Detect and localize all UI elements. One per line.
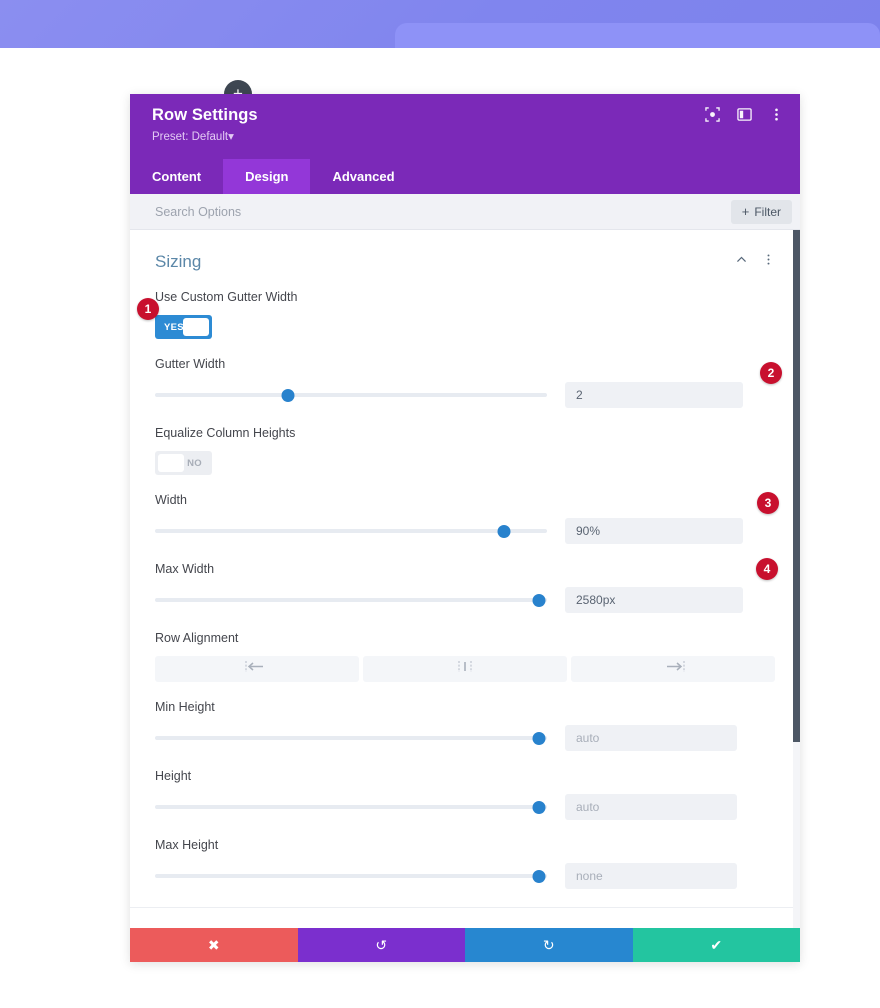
section-header-icons <box>735 253 775 271</box>
tab-advanced[interactable]: Advanced <box>310 159 416 194</box>
filter-button[interactable]: + Filter <box>730 199 792 224</box>
field-max-height: Max Height none <box>155 838 775 889</box>
use-custom-gutter-width-toggle[interactable]: YES <box>155 315 212 339</box>
layout-panel-icon[interactable] <box>737 107 752 122</box>
search-bar: Search Options + Filter <box>130 194 800 230</box>
slider-track <box>155 393 547 397</box>
gutter-width-value[interactable]: 2 <box>565 382 743 408</box>
field-label: Max Width <box>155 562 215 576</box>
width-value[interactable]: 90% <box>565 518 743 544</box>
field-row-alignment: Row Alignment <box>155 631 775 682</box>
annotation-badge-4: 4 <box>756 558 778 580</box>
field-height: Height auto <box>155 769 775 820</box>
toggle-knob <box>158 454 184 472</box>
max-height-value[interactable]: none <box>565 863 737 889</box>
chevron-up-icon[interactable] <box>735 253 748 271</box>
field-max-width: Max Width 2580px <box>155 562 775 613</box>
width-slider[interactable] <box>155 521 547 541</box>
field-label: Height <box>155 769 192 783</box>
plus-icon: + <box>741 204 750 219</box>
modal-footer: ✖ ↺ ↻ ✔ <box>130 928 800 962</box>
field-label: Use Custom Gutter Width <box>155 290 298 304</box>
more-vertical-icon[interactable] <box>769 107 784 122</box>
field-label: Row Alignment <box>155 631 239 645</box>
annotation-badge-2: 2 <box>760 362 782 384</box>
annotation-badge-3: 3 <box>757 492 779 514</box>
slider-track <box>155 874 547 878</box>
field-use-custom-gutter-width: Use Custom Gutter Width YES <box>155 290 775 339</box>
tab-design[interactable]: Design <box>223 159 311 194</box>
slider-handle[interactable] <box>281 388 295 402</box>
gutter-width-slider[interactable] <box>155 385 547 405</box>
slider-track <box>155 529 547 533</box>
undo-icon: ↺ <box>375 936 388 953</box>
modal-tabs: Content Design Advanced <box>130 159 800 194</box>
page-title: Row Settings <box>152 106 258 124</box>
field-label: Max Height <box>155 838 219 852</box>
align-right-icon <box>660 660 686 678</box>
field-min-height: Min Height auto <box>155 700 775 751</box>
more-vertical-icon[interactable] <box>762 253 775 271</box>
section-title-sizing: Sizing <box>155 252 202 271</box>
redo-button[interactable]: ↻ <box>465 928 633 962</box>
align-left-icon <box>244 660 270 678</box>
slider-handle[interactable] <box>532 869 546 883</box>
undo-button[interactable]: ↺ <box>297 928 465 962</box>
chevron-down-icon: ▾ <box>228 131 234 143</box>
slider-handle[interactable] <box>532 731 546 745</box>
slider-track <box>155 598 547 602</box>
check-icon: ✔ <box>710 936 723 953</box>
slider-track <box>155 736 547 740</box>
row-settings-modal: Row Settings Preset: Default▾ Content De… <box>130 94 800 962</box>
save-button[interactable]: ✔ <box>632 928 800 962</box>
align-right-button[interactable] <box>571 656 775 682</box>
section-header-spacing[interactable]: Spacing <box>130 907 800 928</box>
row-alignment-group <box>155 656 775 682</box>
focus-target-icon[interactable] <box>705 107 720 122</box>
slider-handle[interactable] <box>532 593 546 607</box>
field-equalize-column-heights: Equalize Column Heights NO <box>155 426 775 475</box>
cancel-button[interactable]: ✖ <box>130 928 298 962</box>
modal-body: Sizing Use Custom Gutter Width YES Gutte… <box>130 230 800 928</box>
field-label: Min Height <box>155 700 215 714</box>
section-header-sizing[interactable]: Sizing <box>155 230 775 290</box>
toggle-state-label: NO <box>187 457 202 469</box>
height-slider[interactable] <box>155 797 547 817</box>
align-left-button[interactable] <box>155 656 359 682</box>
field-label: Equalize Column Heights <box>155 426 296 440</box>
redo-icon: ↻ <box>542 936 555 953</box>
height-value[interactable]: auto <box>565 794 737 820</box>
max-height-slider[interactable] <box>155 866 547 886</box>
field-gutter-width: Gutter Width 2 <box>155 357 775 408</box>
slider-handle[interactable] <box>497 524 511 538</box>
align-center-icon <box>452 660 478 678</box>
field-width: Width 90% <box>155 493 775 544</box>
field-label: Width <box>155 493 187 507</box>
filter-button-label: Filter <box>754 204 781 219</box>
toggle-knob <box>183 318 209 336</box>
max-width-slider[interactable] <box>155 590 547 610</box>
field-label: Gutter Width <box>155 357 226 371</box>
annotation-badge-1: 1 <box>137 298 159 320</box>
preset-selector[interactable]: Preset: Default▾ <box>152 129 782 143</box>
min-height-slider[interactable] <box>155 728 547 748</box>
preset-label: Preset: Default <box>152 131 229 143</box>
search-input[interactable]: Search Options <box>155 205 241 219</box>
tab-content[interactable]: Content <box>130 159 223 194</box>
min-height-value[interactable]: auto <box>565 725 737 751</box>
scrollbar-thumb[interactable] <box>793 230 800 742</box>
align-center-button[interactable] <box>363 656 567 682</box>
toggle-state-label: YES <box>164 321 184 333</box>
slider-track <box>155 805 547 809</box>
header-icon-group <box>705 107 784 122</box>
modal-header: Row Settings Preset: Default▾ <box>130 94 800 159</box>
slider-handle[interactable] <box>532 800 546 814</box>
page-background-card <box>395 23 880 48</box>
close-icon: ✖ <box>207 936 220 953</box>
scrollbar-track[interactable] <box>793 230 800 928</box>
equalize-column-heights-toggle[interactable]: NO <box>155 451 212 475</box>
max-width-value[interactable]: 2580px <box>565 587 743 613</box>
